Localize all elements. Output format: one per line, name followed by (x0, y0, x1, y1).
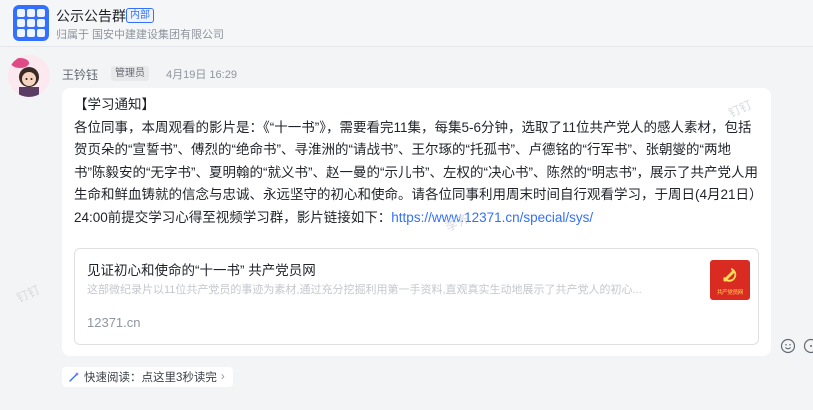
link-preview-card[interactable]: 见证初心和使命的“十一书” 共产党员网 这部微纪录片以11位共产党员的事迹为素材… (74, 248, 759, 345)
chat-header: 公示公告群 内部 归属于 国安中建建设集团有限公司 (0, 0, 813, 47)
sender-name[interactable]: 王钤钰 (62, 66, 98, 83)
watermark: 钉钉 (14, 282, 43, 306)
message-time: 4月19日 16:29 (166, 69, 237, 81)
card-thumbnail: 共产党员网 (710, 260, 750, 300)
emoji-reaction-icon[interactable] (780, 338, 796, 354)
card-description: 这部微纪录片以11位共产党员的事迹为素材,通过充分挖掘利用第一手资料,直观真实生… (87, 284, 642, 296)
group-title[interactable]: 公示公告群 (56, 6, 126, 26)
sparkle-icon (69, 372, 79, 382)
more-actions-icon[interactable] (803, 338, 813, 354)
avatar[interactable] (8, 55, 50, 97)
user-avatar-image (8, 55, 50, 97)
quick-read-label: 快速阅读：点这里3秒读完 (84, 372, 217, 384)
chevron-right-icon: › (220, 371, 225, 383)
group-organization: 归属于 国安中建建设集团有限公司 (56, 29, 225, 41)
quick-read-button[interactable]: 快速阅读：点这里3秒读完 › (62, 367, 233, 387)
card-title: 见证初心和使命的“十一书” 共产党员网 (87, 263, 316, 278)
thumb-caption: 共产党员网 (716, 290, 743, 296)
role-badge: 管理员 (111, 66, 149, 81)
card-domain: 12371.cn (87, 315, 141, 330)
video-link[interactable]: https://www.12371.cn/special/sys/ (391, 210, 593, 225)
party-emblem-icon (723, 268, 737, 282)
message-text: 【学习通知】 各位同事，本周观看的影片是：《“十一书”》，需要看完11集，每集5… (74, 94, 760, 229)
message-heading: 【学习通知】 (74, 97, 155, 112)
internal-tag: 内部 (126, 8, 154, 23)
message-bubble[interactable]: 【学习通知】 各位同事，本周观看的影片是：《“十一书”》，需要看完11集，每集5… (62, 88, 771, 356)
group-avatar[interactable] (13, 5, 49, 41)
